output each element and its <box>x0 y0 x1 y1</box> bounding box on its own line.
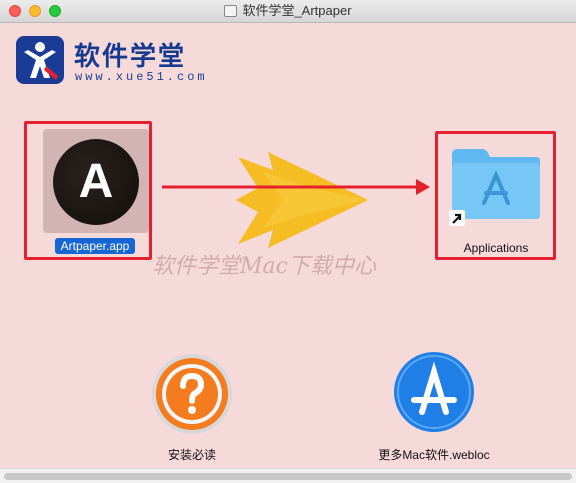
logo-badge-icon <box>16 36 64 84</box>
logo-name: 软件学堂 <box>74 41 187 71</box>
help-label[interactable]: 安装必读 <box>152 447 232 463</box>
watermark-text: 软件学堂Mac下载中心 <box>152 254 376 279</box>
applications-highlight-box <box>435 131 556 260</box>
app-store-icon[interactable] <box>392 350 476 434</box>
more-mac-software-label[interactable]: 更多Mac软件.webloc <box>362 447 506 463</box>
drag-arrow-icon <box>162 179 430 195</box>
window-title: 软件学堂_Artpaper <box>242 3 352 18</box>
disk-image-icon <box>224 5 238 17</box>
horizontal-scrollbar[interactable] <box>0 468 576 483</box>
help-question-icon[interactable] <box>150 352 234 436</box>
window-title-container: 软件学堂_Artpaper <box>0 3 576 19</box>
dmg-window: 软件学堂_Artpaper 软件学堂 www.xue51.com A Artpa… <box>0 0 576 483</box>
title-bar[interactable]: 软件学堂_Artpaper <box>0 0 576 23</box>
logo-url: www.xue51.com <box>75 70 208 84</box>
install-direction-arrow-icon <box>236 152 368 248</box>
scrollbar-thumb[interactable] <box>4 473 572 480</box>
app-highlight-box <box>24 121 152 260</box>
